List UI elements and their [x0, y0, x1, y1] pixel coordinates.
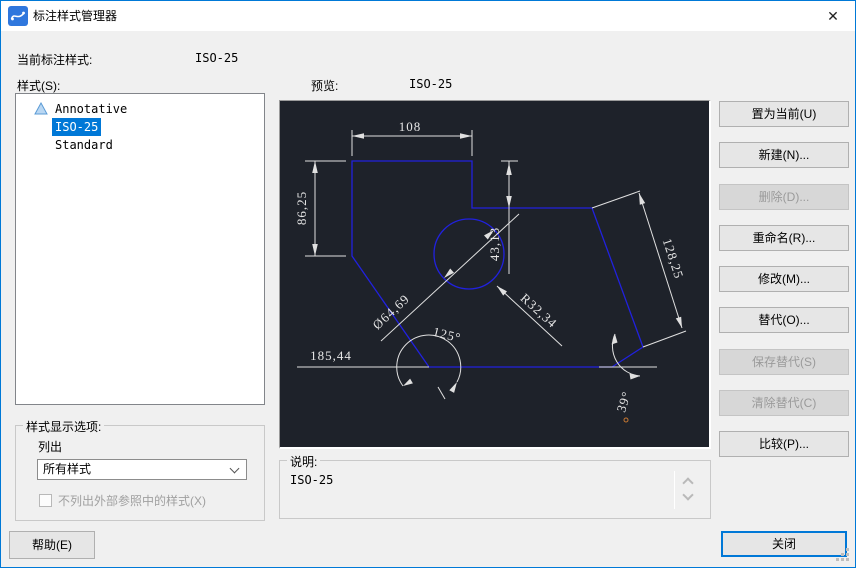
dim-text-left: 86,25 [294, 191, 309, 225]
list-filter-value: 所有样式 [43, 462, 92, 476]
list-item-iso25[interactable]: ISO-25 [16, 118, 264, 136]
set-current-button[interactable]: 置为当前(U) [719, 101, 849, 127]
rename-button[interactable]: 重命名(R)... [719, 225, 849, 251]
hide-xref-checkbox-label: 不列出外部参照中的样式(X) [58, 494, 206, 508]
styles-label: 样式(S): [17, 79, 61, 93]
list-item-label: Annotative [55, 102, 128, 116]
override-button[interactable]: 替代(O)... [719, 307, 849, 333]
description-text: ISO-25 [290, 473, 334, 487]
list-item-standard[interactable]: Standard [16, 136, 264, 154]
description-scroll [674, 471, 700, 509]
scroll-down-icon[interactable] [682, 489, 694, 501]
modify-button[interactable]: 修改(M)... [719, 266, 849, 292]
app-icon [8, 6, 28, 26]
current-style-label: 当前标注样式: [17, 53, 93, 67]
scroll-up-icon[interactable] [682, 477, 694, 489]
style-listbox[interactable]: Annotative ISO-25 Standard [15, 93, 265, 405]
dimension-preview-panel: 108 86,25 43,13 128,25 Ø64,69 R32,34 125… [279, 100, 711, 449]
dim-text-angle-left: 125° [431, 324, 462, 345]
title-bar: 标注样式管理器 ✕ [1, 1, 855, 31]
chevron-down-icon [229, 463, 240, 474]
dim-text-angle-right: 39° [613, 389, 634, 414]
window-title: 标注样式管理器 [33, 9, 118, 23]
preview-label: 预览: [311, 79, 339, 93]
dim-text-bottom: 185,44 [310, 348, 352, 363]
description-group: 说明: ISO-25 [279, 453, 711, 519]
dim-text-slant: 128,25 [660, 236, 687, 280]
annotative-icon [34, 102, 48, 115]
compare-button[interactable]: 比较(P)... [719, 431, 849, 457]
description-group-label: 说明: [287, 453, 321, 470]
display-options-group: 样式显示选项: 列出 所有样式 不列出外部参照中的样式(X) [15, 418, 265, 521]
dim-text-top: 108 [399, 119, 422, 134]
list-item-annotative[interactable]: Annotative [16, 100, 264, 118]
clear-override-button[interactable]: 清除替代(C) [719, 390, 849, 416]
current-style-value: ISO-25 [195, 51, 239, 65]
close-icon[interactable]: ✕ [811, 1, 855, 31]
display-options-group-label: 样式显示选项: [23, 418, 105, 435]
save-override-button[interactable]: 保存替代(S) [719, 349, 849, 375]
dim-text-step: 43,13 [487, 227, 502, 261]
resize-grip[interactable] [846, 558, 849, 561]
list-item-label-selected: ISO-25 [52, 118, 102, 136]
list-filter-dropdown[interactable]: 所有样式 [37, 459, 247, 480]
dimension-style-manager-dialog: 标注样式管理器 ✕ 当前标注样式: ISO-25 样式(S): 预览: ISO-… [0, 0, 856, 568]
list-item-label: Standard [55, 138, 113, 152]
dim-text-diameter: Ø64,69 [369, 291, 412, 332]
def-point-marker [623, 417, 629, 423]
delete-button[interactable]: 删除(D)... [719, 184, 849, 210]
hide-xref-checkbox[interactable] [39, 494, 52, 507]
help-button[interactable]: 帮助(E) [9, 531, 95, 559]
preview-style-value: ISO-25 [409, 77, 453, 91]
new-button[interactable]: 新建(N)... [719, 142, 849, 168]
list-label: 列出 [38, 440, 63, 454]
close-button[interactable]: 关闭 [721, 531, 847, 557]
dimension-preview-drawing: 108 86,25 43,13 128,25 Ø64,69 R32,34 125… [294, 119, 687, 423]
